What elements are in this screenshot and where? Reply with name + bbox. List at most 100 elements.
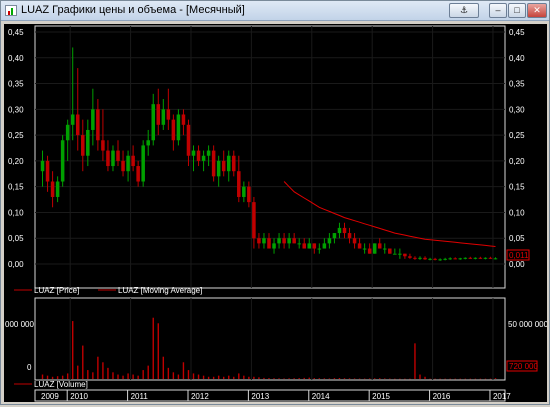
candle-body xyxy=(393,253,397,255)
volume-bar xyxy=(41,374,44,379)
volume-bar xyxy=(399,378,401,380)
candle-body xyxy=(478,257,483,259)
candle-body xyxy=(272,243,276,249)
volume-bar xyxy=(384,378,386,379)
volume-bar xyxy=(368,378,371,379)
volume-bar xyxy=(87,370,89,379)
volume-bar xyxy=(464,378,466,380)
candle-body xyxy=(277,238,281,244)
candle-body xyxy=(171,119,176,141)
volume-bar xyxy=(494,378,497,379)
candle-body xyxy=(156,104,161,125)
candle-body xyxy=(372,243,377,254)
chart-area[interactable]: 0,00 0,05 0,10 0,15 0,20 0,25 0,30 0,35 0,40 0,45… xyxy=(4,24,549,402)
candle-body xyxy=(50,181,55,197)
candle-body xyxy=(106,150,110,167)
volume-bar xyxy=(82,345,84,379)
candle-body xyxy=(126,155,130,172)
legend-volume-label: LUAZ [Volume] xyxy=(34,380,88,389)
price-y-tick-right: 0,00 xyxy=(509,260,525,269)
candle-body xyxy=(151,104,156,141)
candle-body xyxy=(458,258,463,260)
year-axis-label: 2014 xyxy=(312,392,330,401)
year-axis-label: 2009 xyxy=(41,392,59,401)
volume-bar xyxy=(429,378,431,380)
volume-bar xyxy=(278,378,280,379)
price-y-tick-right: 0,25 xyxy=(509,131,525,140)
volume-bar xyxy=(459,378,461,380)
candle-body xyxy=(81,135,85,156)
candle-body xyxy=(398,253,402,255)
price-y-tick-right: 0,10 xyxy=(509,208,525,217)
volume-bar xyxy=(273,378,275,379)
minimize-button[interactable]: – xyxy=(489,3,507,18)
year-axis-label: 2013 xyxy=(251,392,269,401)
candle-body xyxy=(247,186,251,203)
volume-bar xyxy=(46,375,49,379)
volume-bar xyxy=(263,377,265,379)
candle-body xyxy=(428,258,432,260)
candle-body xyxy=(418,257,422,259)
maximize-button[interactable]: □ xyxy=(508,3,526,18)
volume-bar xyxy=(303,377,305,379)
year-axis-label: 2010 xyxy=(70,392,88,401)
volume-bar xyxy=(102,362,104,379)
price-y-tick-left: 0,30 xyxy=(8,105,24,114)
candle-body xyxy=(312,243,317,249)
candle-body xyxy=(488,257,493,259)
candle-body xyxy=(211,150,216,177)
volume-panel[interactable] xyxy=(34,297,506,381)
candle-body xyxy=(221,160,226,172)
volume-bar xyxy=(348,378,351,379)
volume-bar xyxy=(77,365,79,379)
year-axis-label: 2011 xyxy=(131,392,149,401)
volume-bar xyxy=(228,375,230,379)
volume-bar xyxy=(373,378,376,379)
candle-body xyxy=(362,248,367,250)
volume-bar xyxy=(97,356,99,379)
candle-body xyxy=(40,160,45,172)
candle-body xyxy=(242,186,246,197)
candle-body xyxy=(131,155,135,167)
candle-body xyxy=(352,238,357,244)
volume-bar xyxy=(172,372,175,379)
candle-body xyxy=(388,248,392,254)
candle-body xyxy=(101,140,105,151)
candle-body xyxy=(317,248,322,250)
candle-body xyxy=(116,150,120,161)
candle-body xyxy=(438,259,442,261)
candle-body xyxy=(237,171,241,197)
candle-body xyxy=(322,243,327,249)
volume-bar xyxy=(288,378,290,379)
volume-bar xyxy=(197,374,200,379)
candle-body xyxy=(337,227,342,234)
volume-bar xyxy=(333,378,336,379)
close-button[interactable]: ✕ xyxy=(527,3,547,18)
volume-bar xyxy=(192,373,195,379)
candle-body xyxy=(463,257,468,259)
candle-body xyxy=(332,233,337,239)
volume-bar xyxy=(182,362,185,379)
price-y-tick-right: 0,20 xyxy=(509,157,525,166)
volume-bar xyxy=(223,376,225,379)
volume-bar xyxy=(323,378,326,379)
price-y-tick-left: 0,40 xyxy=(8,54,24,63)
candle-body xyxy=(121,160,125,172)
price-y-tick-left: 0,25 xyxy=(8,131,24,140)
volume-bar xyxy=(132,374,134,379)
candle-body xyxy=(468,257,473,259)
volume-bar xyxy=(253,376,255,379)
volume-bar xyxy=(202,375,205,379)
price-y-tick-right: 0,35 xyxy=(509,80,525,89)
volume-bar xyxy=(358,378,361,380)
title-bar[interactable]: LUAZ Графики цены и объема - [Месячный] … xyxy=(1,1,549,21)
anchor-button[interactable]: ⚓ xyxy=(449,3,479,18)
candle-body xyxy=(347,233,352,239)
candle-body xyxy=(232,155,236,172)
price-y-tick-right: 0,45 xyxy=(509,28,525,37)
candle-body xyxy=(413,257,417,259)
price-panel[interactable] xyxy=(34,25,506,289)
candle-body xyxy=(403,253,407,257)
volume-bar xyxy=(469,378,472,380)
volume-bar xyxy=(338,377,341,379)
